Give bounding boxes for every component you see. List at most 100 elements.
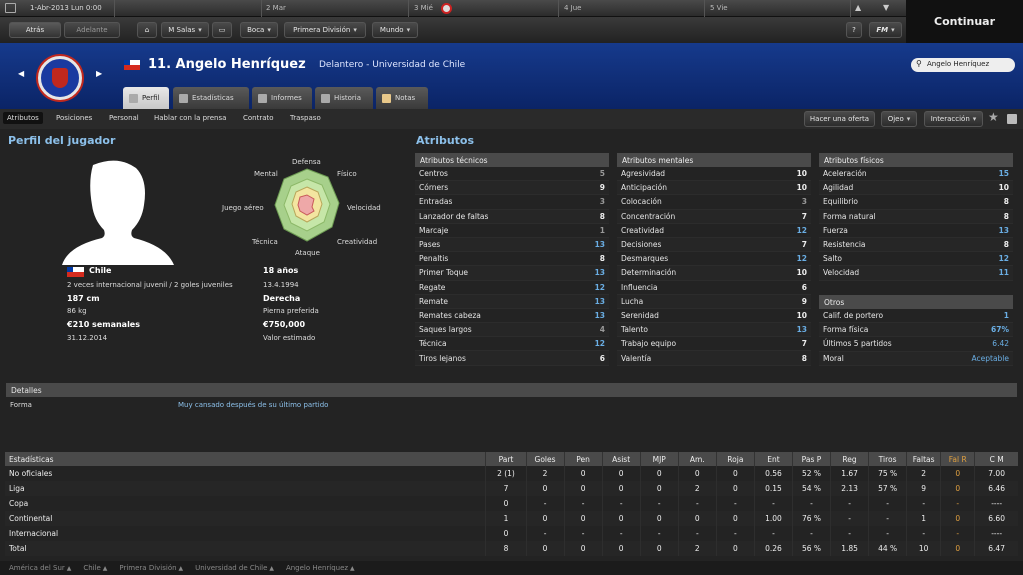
column-header[interactable]: Fal R — [940, 452, 975, 466]
attribute-name: Trabajo equipo — [621, 339, 677, 349]
table-row[interactable]: Copa 0- - - - - - - - - - - - ---- — [5, 496, 1018, 511]
attribute-row: Forma natural 8 — [819, 209, 1013, 224]
table-row[interactable]: Liga 7 0 0 0 0 2 0 0.15 54 % 2.13 57 % 9 0 6.46 — [5, 481, 1018, 496]
tab-estadisticas[interactable]: Estadísticas — [173, 87, 249, 109]
breadcrumb-item[interactable]: América del Sur ▲ — [9, 564, 71, 572]
notes-icon[interactable] — [1007, 114, 1017, 124]
attribute-row: Saques largos 4 — [415, 323, 609, 338]
fm-menu[interactable]: FM — [869, 22, 902, 38]
column-header[interactable]: Faltas — [906, 452, 941, 466]
divider — [558, 0, 559, 17]
subtab-atributos[interactable]: Atributos — [3, 112, 43, 124]
subtab-traspaso[interactable]: Traspaso — [286, 112, 325, 124]
subtab-personal[interactable]: Personal — [105, 112, 143, 124]
tab-perfil[interactable]: Perfil — [123, 87, 169, 109]
arrow-down-icon[interactable]: ▼ — [883, 3, 889, 12]
attribute-name: Centros — [419, 169, 448, 179]
preferred-foot-label: Pierna preferida — [263, 307, 319, 315]
attribute-value: 6.42 — [992, 339, 1009, 349]
attribute-name: Salto — [823, 254, 842, 264]
back-button[interactable]: Atrás — [9, 22, 61, 38]
calendar-day[interactable]: 4 Jue — [564, 4, 582, 12]
table-cell: - — [791, 526, 831, 541]
mental-attributes: Atributos mentales Agresividad 10 Anticipac… — [617, 153, 811, 366]
league-menu[interactable]: Primera División — [284, 22, 366, 38]
calendar-bar: 1-Abr-2013 Lun 0:00 2 Mar 3 Mié 4 Jue 5 … — [0, 0, 906, 17]
calendar-day[interactable]: 5 Vie — [710, 4, 728, 12]
attribute-value: Aceptable — [971, 353, 1010, 363]
attribute-value: 15 — [998, 169, 1009, 179]
table-row[interactable]: Total 8 0 0 0 0 2 0 0.26 56 % 1.85 44 % 10 0 6.47 — [5, 541, 1018, 556]
breadcrumb-item[interactable]: Angelo Henríquez ▲ — [286, 564, 355, 572]
attribute-name: Técnica — [419, 339, 447, 349]
interaction-menu[interactable]: Interacción — [924, 111, 983, 127]
match-badge-icon[interactable] — [441, 3, 452, 14]
column-header[interactable]: Ent — [753, 452, 793, 466]
manager-menu[interactable]: M Salas — [161, 22, 209, 38]
world-menu[interactable]: Mundo — [372, 22, 418, 38]
profile-title: Perfil del jugador — [8, 134, 116, 147]
column-header[interactable]: Reg — [830, 452, 869, 466]
club-menu[interactable]: Boca — [240, 22, 278, 38]
breadcrumb-item[interactable]: Primera División ▲ — [119, 564, 183, 572]
column-header[interactable]: Estadísticas — [5, 452, 486, 466]
subtab-prensa[interactable]: Hablar con la prensa — [150, 112, 230, 124]
history-icon — [321, 93, 330, 103]
calendar-day[interactable]: 3 Mié — [414, 4, 433, 12]
tray-icon: ▭ — [218, 26, 226, 34]
column-header[interactable]: Roja — [715, 452, 755, 466]
column-header[interactable]: Pen — [563, 452, 603, 466]
next-arrow-icon[interactable]: ▶ — [96, 69, 102, 78]
continue-button[interactable]: Continuar — [906, 0, 1023, 43]
make-offer-button[interactable]: Hacer una oferta — [804, 111, 875, 127]
arrow-up-icon[interactable]: ▲ — [855, 3, 861, 12]
weight: 86 kg — [67, 307, 87, 315]
attribute-row: Desmarques 12 — [617, 252, 811, 267]
inbox-button[interactable]: ▭ — [212, 22, 232, 38]
column-header[interactable]: MJP — [639, 452, 679, 466]
table-cell: 1.00 — [753, 511, 793, 526]
attribute-name: Lanzador de faltas — [419, 211, 489, 221]
table-cell: - — [830, 511, 869, 526]
subtab-contrato[interactable]: Contrato — [239, 112, 278, 124]
estimated-value-label: Valor estimado — [263, 334, 316, 342]
calendar-icon[interactable] — [5, 3, 16, 13]
star-icon[interactable]: ★ — [988, 110, 999, 124]
column-header[interactable]: Part — [485, 452, 527, 466]
attribute-name: Moral — [823, 353, 844, 363]
club-label: Boca — [247, 26, 265, 34]
home-button[interactable]: ⌂ — [137, 22, 157, 38]
column-header[interactable]: Tiros — [868, 452, 907, 466]
table-cell: 0 — [525, 481, 565, 496]
help-button[interactable]: ? — [846, 22, 862, 38]
tab-informes[interactable]: Informes — [252, 87, 312, 109]
subtab-posiciones[interactable]: Posiciones — [52, 112, 96, 124]
player-search-field[interactable]: ⚲ Angelo Henríquez — [911, 58, 1015, 72]
column-header[interactable]: Asist — [601, 452, 641, 466]
calendar-day[interactable]: 2 Mar — [266, 4, 286, 12]
table-row[interactable]: No oficiales 2 (1) 2 0 0 0 0 0 0.56 52 % 1.67 75 % 2… — [5, 466, 1018, 481]
forward-button[interactable]: Adelante — [64, 22, 120, 38]
table-cell: 75 % — [868, 466, 907, 481]
table-row[interactable]: Continental 1 0 0 0 0 0 0 1.00 76 % - -1 0 6.60 — [5, 511, 1018, 526]
table-cell: 6.47 — [974, 541, 1018, 556]
table-cell: 0 — [715, 481, 755, 496]
tab-historia[interactable]: Historia — [315, 87, 373, 109]
tab-notas[interactable]: Notas — [376, 87, 428, 109]
column-header[interactable]: C M — [974, 452, 1018, 466]
prev-arrow-icon[interactable]: ◀ — [18, 69, 24, 78]
attribute-row: Talento 13 — [617, 323, 811, 338]
attribute-value: 1 — [1003, 311, 1009, 321]
breadcrumb-item[interactable]: Chile ▲ — [83, 564, 107, 572]
column-header[interactable]: Pas P — [791, 452, 831, 466]
table-cell: 0 — [525, 541, 565, 556]
table-row[interactable]: Internacional 0- - - - - - - - - - - - ---- — [5, 526, 1018, 541]
divider — [408, 0, 409, 17]
attribute-row: Primer Toque 13 — [415, 266, 609, 281]
scout-menu[interactable]: Ojeo — [881, 111, 917, 127]
attribute-value: 12 — [796, 225, 807, 235]
column-header[interactable]: Am. — [677, 452, 717, 466]
table-cell: 76 % — [791, 511, 831, 526]
column-header[interactable]: Goles — [525, 452, 565, 466]
breadcrumb-item[interactable]: Universidad de Chile ▲ — [195, 564, 274, 572]
